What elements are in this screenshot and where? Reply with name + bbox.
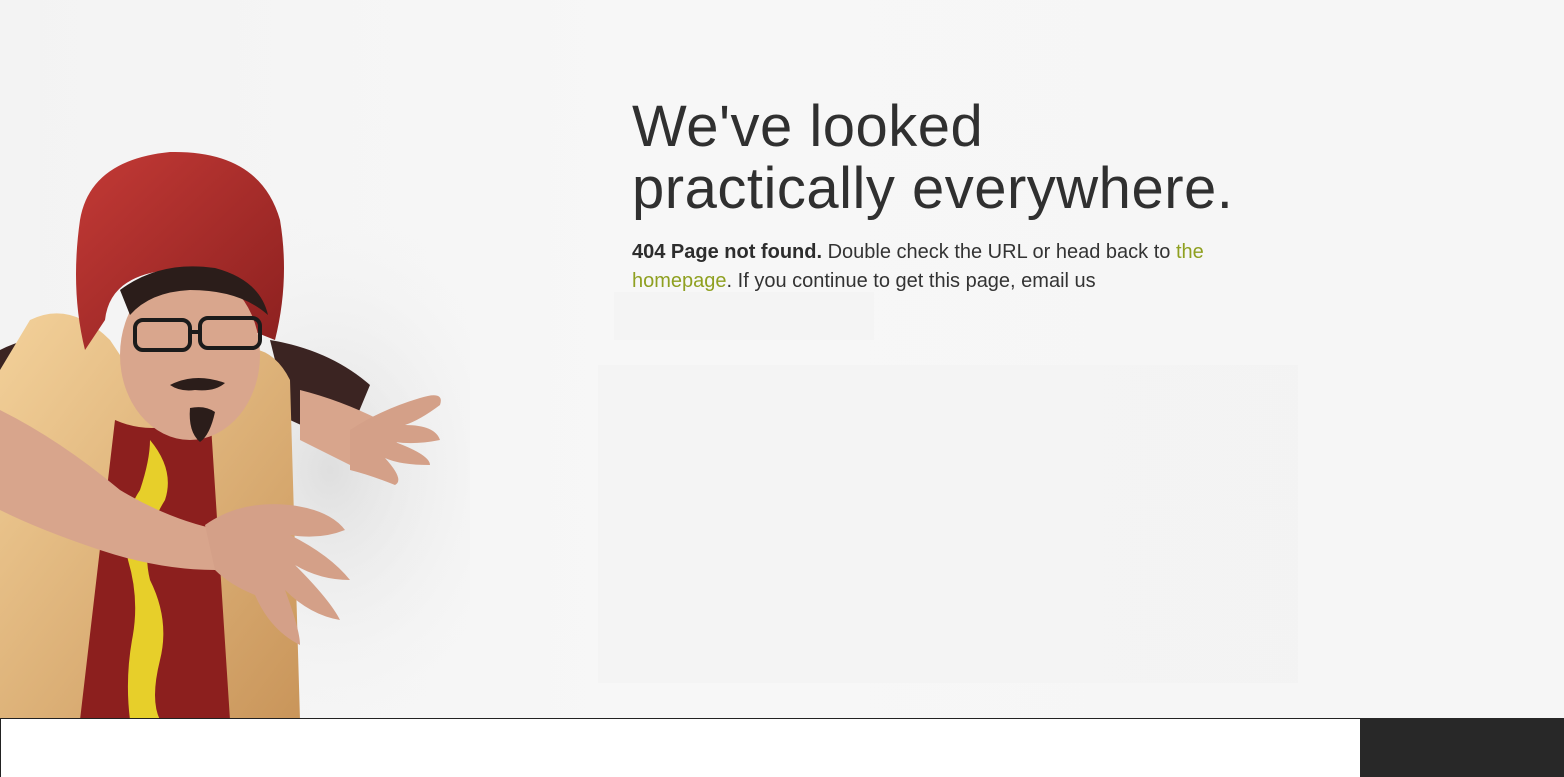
- error-message: 404 Page not found. Double check the URL…: [632, 238, 1232, 296]
- background-panel: [598, 365, 1298, 683]
- footer-input[interactable]: [2, 719, 1360, 777]
- footer-bar: [0, 718, 1564, 777]
- error-text-before-link: Double check the URL or head back to: [822, 241, 1176, 263]
- page-title: We've looked practically everywhere.: [632, 94, 1234, 221]
- error-content: We've looked practically everywhere. 404…: [632, 96, 1252, 296]
- error-text-after-link: . If you continue to get this page, emai…: [726, 270, 1096, 292]
- error-page: We've looked practically everywhere. 404…: [0, 0, 1564, 777]
- background-panel: [614, 292, 874, 340]
- hotdog-costume-illustration: [0, 151, 470, 720]
- error-status: 404 Page not found.: [632, 241, 823, 263]
- footer-button[interactable]: [1360, 718, 1564, 777]
